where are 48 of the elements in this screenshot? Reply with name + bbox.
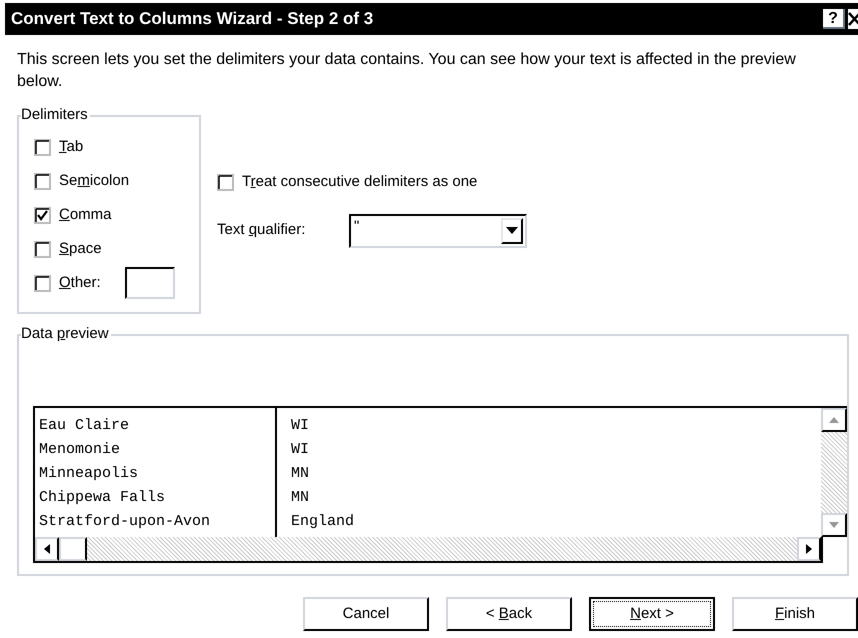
preview-cell-text: Stratford-upon-Avon [39,512,212,532]
down-arrow-icon [829,522,839,528]
checkbox[interactable] [217,174,234,191]
group-title: Data preview [21,324,111,344]
scroll-down-button[interactable] [821,513,847,537]
checkbox[interactable] [34,172,51,190]
wizard-button[interactable]: Next > [589,597,715,631]
checkbox-label[interactable]: Other: [59,272,101,294]
checkbox[interactable] [34,274,51,292]
preview-cell-text: MN [291,464,310,484]
field-label: Text qualifier: [217,220,306,240]
preview-cell-text: Eau Claire [39,416,130,436]
preview-cell-text: WI [291,440,310,460]
checkbox[interactable] [34,206,51,224]
checkbox[interactable] [34,138,51,156]
checkbox-label[interactable]: Tab [59,136,84,158]
checkbox[interactable] [34,240,51,258]
window-title: Convert Text to Columns Wizard - Step 2 of 3 [11,8,374,30]
wizard-button[interactable]: < Back [446,597,572,631]
preview-cell-text: England [291,512,356,532]
preview-cell-text: MN [291,488,310,508]
up-arrow-icon [829,417,839,423]
caret-icon [506,227,518,234]
left-arrow-icon [44,544,50,554]
dropdown-value: " [354,216,360,236]
close-button[interactable] [848,9,858,29]
scroll-thumb[interactable] [59,537,87,561]
scroll-right-button[interactable] [797,537,821,561]
horizontal-scrollbar[interactable] [33,537,823,563]
dropdown-button[interactable] [501,218,523,244]
checkbox-label[interactable]: Treat consecutive delimiters as one [242,171,478,194]
input-field[interactable] [124,267,175,299]
vertical-scrollbar[interactable] [821,406,847,537]
preview-cell-text: Menomonie [39,440,122,460]
scroll-up-button[interactable] [821,408,847,432]
preview-cell-text: WI [291,416,310,436]
scroll-left-button[interactable] [35,537,59,561]
help-button[interactable]: ? [823,9,845,29]
preview-cell-text: Chippewa Falls [39,488,166,508]
text-qualifier-dropdown[interactable]: " [349,214,527,248]
right-arrow-icon [806,544,812,554]
wizard-button[interactable]: Finish [732,597,858,631]
description-text: This screen lets you set the delimiters your data contains. You can see how your text is affected in the preview below. [17,50,797,92]
checkbox-label[interactable]: Comma [59,204,112,226]
checkbox-label[interactable]: Semicolon [59,170,130,192]
checkbox-label[interactable]: Space [59,238,102,260]
preview-cell-text: Minneapolis [39,464,140,484]
wizard-button[interactable]: Cancel [303,597,429,631]
